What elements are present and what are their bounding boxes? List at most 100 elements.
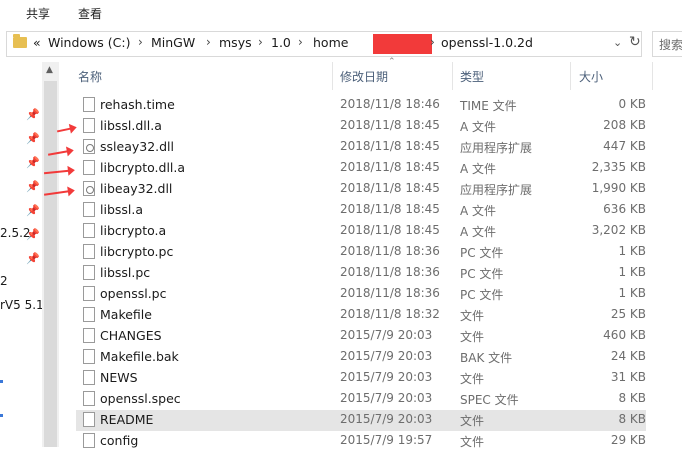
file-size: 0 KB	[618, 97, 646, 111]
breadcrumb-mingw[interactable]: MinGW	[151, 35, 195, 50]
file-size: 29 KB	[610, 433, 646, 447]
file-row[interactable]: Makefile 2018/11/8 18:32 文件 25 KB	[76, 305, 646, 326]
file-icon	[83, 349, 95, 364]
file-row[interactable]: README 2015/7/9 20:03 文件 8 KB	[76, 410, 646, 431]
file-name[interactable]: Makefile.bak	[100, 349, 179, 364]
file-row[interactable]: libssl.dll.a 2018/11/8 18:45 A 文件 208 KB	[76, 116, 646, 137]
nav-item-fragment[interactable]: 2	[0, 274, 8, 288]
file-icon	[83, 244, 95, 259]
file-size: 1,990 KB	[591, 181, 646, 195]
file-name[interactable]: README	[100, 412, 153, 427]
scroll-up-icon[interactable]: ▲	[46, 65, 53, 75]
column-size[interactable]: 大小	[579, 68, 603, 85]
file-name[interactable]: libcrypto.pc	[100, 244, 173, 259]
file-name[interactable]: openssl.spec	[100, 391, 181, 406]
file-name[interactable]: Makefile	[100, 307, 152, 322]
breadcrumb-home[interactable]: home	[313, 35, 348, 50]
chevron-right-icon[interactable]: ›	[258, 35, 263, 49]
file-type: A 文件	[460, 225, 497, 239]
file-date: 2015/7/9 20:03	[340, 370, 433, 384]
file-type: BAK 文件	[460, 351, 513, 365]
chevron-right-icon[interactable]: ›	[138, 35, 143, 49]
file-row[interactable]: NEWS 2015/7/9 20:03 文件 31 KB	[76, 368, 646, 389]
file-icon	[83, 118, 95, 133]
file-date: 2018/11/8 18:36	[340, 244, 440, 258]
column-divider[interactable]	[332, 62, 333, 90]
file-row[interactable]: openssl.pc 2018/11/8 18:36 PC 文件 1 KB	[76, 284, 646, 305]
file-row[interactable]: openssl.spec 2015/7/9 20:03 SPEC 文件 8 KB	[76, 389, 646, 410]
column-date[interactable]: 修改日期	[340, 68, 388, 85]
column-divider[interactable]	[570, 62, 571, 90]
file-size: 8 KB	[618, 412, 646, 426]
file-row[interactable]: CHANGES 2015/7/9 20:03 文件 460 KB	[76, 326, 646, 347]
file-row[interactable]: config 2015/7/9 19:57 文件 29 KB	[76, 431, 646, 452]
file-name[interactable]: libssl.pc	[100, 265, 150, 280]
file-date: 2018/11/8 18:32	[340, 307, 440, 321]
file-type: SPEC 文件	[460, 393, 519, 407]
column-name[interactable]: 名称	[78, 68, 102, 85]
file-row[interactable]: Makefile.bak 2015/7/9 20:03 BAK 文件 24 KB	[76, 347, 646, 368]
chevron-right-icon[interactable]: ›	[430, 35, 435, 49]
breadcrumb-overflow[interactable]: «	[33, 35, 41, 50]
chevron-down-icon[interactable]: ⌄	[613, 36, 622, 49]
tab-share[interactable]: 共享	[26, 5, 50, 22]
file-size: 1 KB	[618, 244, 646, 258]
pin-icon[interactable]: 📌	[26, 180, 40, 193]
folder-icon	[13, 34, 27, 48]
tab-view[interactable]: 查看	[78, 5, 102, 22]
file-type: 应用程序扩展	[460, 183, 533, 197]
breadcrumb-drive[interactable]: Windows (C:)	[48, 35, 130, 50]
nav-scrollbar[interactable]: ▲	[42, 62, 59, 447]
column-divider[interactable]	[452, 62, 453, 90]
file-name[interactable]: libcrypto.a	[100, 223, 166, 238]
address-bar[interactable]: « Windows (C:) › MinGW › msys › 1.0 › ho…	[6, 31, 642, 57]
pin-icon[interactable]: 📌	[26, 108, 40, 121]
breadcrumb-msys[interactable]: msys	[219, 35, 252, 50]
file-row[interactable]: libcrypto.a 2018/11/8 18:45 A 文件 3,202 KB	[76, 221, 646, 242]
file-type: 文件	[460, 372, 485, 386]
chevron-right-icon[interactable]: ›	[298, 35, 303, 49]
file-name[interactable]: rehash.time	[100, 97, 175, 112]
file-name[interactable]: NEWS	[100, 370, 138, 385]
pin-icon[interactable]: 📌	[26, 132, 40, 145]
file-icon	[83, 97, 95, 112]
pin-icon[interactable]: 📌	[26, 204, 40, 217]
column-type[interactable]: 类型	[460, 68, 484, 85]
file-name[interactable]: libeay32.dll	[100, 181, 172, 196]
chevron-right-icon[interactable]: ›	[206, 35, 211, 49]
file-list-scrollbar-area[interactable]	[654, 62, 682, 447]
file-icon	[83, 202, 95, 217]
file-date: 2015/7/9 20:03	[340, 349, 433, 363]
file-type: 文件	[460, 414, 485, 428]
breadcrumb-version[interactable]: 1.0	[271, 35, 291, 50]
refresh-icon[interactable]: ↻	[629, 34, 641, 50]
pin-icon[interactable]: 📌	[26, 252, 40, 265]
file-row[interactable]: rehash.time 2018/11/8 18:46 TIME 文件 0 KB	[76, 95, 646, 116]
pin-icon[interactable]: 📌	[26, 156, 40, 169]
file-name[interactable]: CHANGES	[100, 328, 162, 343]
file-size: 2,335 KB	[591, 160, 646, 174]
column-divider[interactable]	[652, 62, 653, 90]
file-name[interactable]: libssl.a	[100, 202, 143, 217]
file-icon	[83, 370, 95, 385]
file-row[interactable]: libssl.a 2018/11/8 18:45 A 文件 636 KB	[76, 200, 646, 221]
file-name[interactable]: libcrypto.dll.a	[100, 160, 185, 175]
nav-item-fragment[interactable]: 2.5.2	[0, 226, 31, 240]
breadcrumb-current[interactable]: openssl-1.0.2d	[441, 35, 533, 50]
file-type: A 文件	[460, 120, 497, 134]
file-size: 31 KB	[610, 370, 646, 384]
scrollbar-thumb[interactable]	[44, 81, 57, 447]
file-row[interactable]: ssleay32.dll 2018/11/8 18:45 应用程序扩展 447 KB	[76, 137, 646, 158]
file-name[interactable]: libssl.dll.a	[100, 118, 162, 133]
file-row[interactable]: libssl.pc 2018/11/8 18:36 PC 文件 1 KB	[76, 263, 646, 284]
search-input[interactable]: 搜索	[652, 31, 682, 57]
file-row[interactable]: libcrypto.pc 2018/11/8 18:36 PC 文件 1 KB	[76, 242, 646, 263]
file-date: 2015/7/9 20:03	[340, 412, 433, 426]
file-name[interactable]: config	[100, 433, 138, 448]
file-date: 2018/11/8 18:45	[340, 223, 440, 237]
sort-indicator-icon: ⌃	[388, 57, 396, 67]
file-row[interactable]: libcrypto.dll.a 2018/11/8 18:45 A 文件 2,335 …	[76, 158, 646, 179]
file-row[interactable]: libeay32.dll 2018/11/8 18:45 应用程序扩展 1,990 K…	[76, 179, 646, 200]
file-name[interactable]: ssleay32.dll	[100, 139, 174, 154]
file-name[interactable]: openssl.pc	[100, 286, 166, 301]
